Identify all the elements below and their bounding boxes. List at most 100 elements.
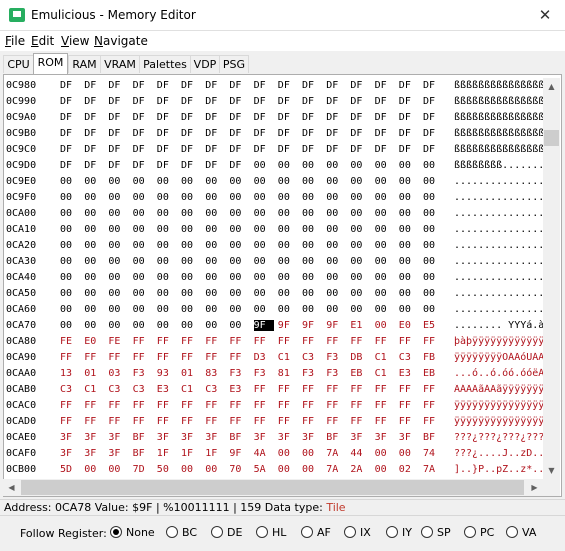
hex-byte[interactable]: 7A (423, 464, 443, 475)
hex-byte[interactable]: 3F (302, 432, 322, 443)
hex-byte[interactable]: DF (157, 80, 177, 91)
hex-byte[interactable]: 00 (157, 272, 177, 283)
hex-byte[interactable]: FF (254, 416, 274, 427)
hex-byte[interactable]: FF (302, 336, 322, 347)
hex-byte[interactable]: FF (350, 336, 370, 347)
hex-byte[interactable]: DF (84, 80, 104, 91)
ascii-column[interactable]: ...ó..ó.óó.óóëÁãë (454, 368, 543, 379)
hex-byte[interactable]: 00 (423, 288, 443, 299)
hex-byte[interactable]: 00 (60, 272, 80, 283)
hex-byte[interactable]: 9F (229, 448, 249, 459)
hex-byte[interactable]: 3F (350, 432, 370, 443)
hex-byte[interactable]: 00 (60, 176, 80, 187)
ascii-column[interactable]: ÿÿÿÿÿÿÿÿÓÁÃóÛÁÃû (454, 352, 543, 363)
hex-byte[interactable]: 00 (375, 192, 395, 203)
hex-byte[interactable]: 00 (205, 288, 225, 299)
hex-byte[interactable]: FF (205, 336, 225, 347)
hex-byte[interactable]: FF (350, 400, 370, 411)
hex-byte[interactable]: FF (229, 416, 249, 427)
hex-byte[interactable]: 00 (157, 224, 177, 235)
hex-byte[interactable]: 1F (205, 448, 225, 459)
hex-byte[interactable]: FF (350, 416, 370, 427)
hex-byte[interactable]: FF (423, 416, 443, 427)
hex-byte[interactable]: DF (254, 144, 274, 155)
hex-byte[interactable]: 02 (399, 464, 419, 475)
hex-byte[interactable]: DF (278, 144, 298, 155)
hex-byte[interactable]: 00 (350, 272, 370, 283)
hex-byte[interactable]: 00 (375, 256, 395, 267)
hex-byte[interactable]: DF (302, 112, 322, 123)
hex-byte[interactable]: E3 (399, 368, 419, 379)
hex-byte[interactable]: FF (375, 400, 395, 411)
hex-byte[interactable]: FF (254, 400, 274, 411)
hex-byte[interactable]: DF (181, 128, 201, 139)
ascii-column[interactable]: ................ (454, 176, 543, 187)
hex-byte[interactable]: BF (133, 432, 153, 443)
hex-byte[interactable]: DF (423, 80, 443, 91)
hex-byte[interactable]: 3F (60, 432, 80, 443)
hex-byte[interactable]: DF (326, 144, 346, 155)
hex-byte[interactable]: 00 (302, 256, 322, 267)
hex-byte[interactable]: DF (181, 160, 201, 171)
hex-byte[interactable]: 00 (157, 192, 177, 203)
hex-byte[interactable]: 00 (375, 208, 395, 219)
hex-byte[interactable]: DF (60, 80, 80, 91)
hex-byte[interactable]: 00 (84, 256, 104, 267)
hex-byte[interactable]: F3 (326, 368, 346, 379)
hex-byte[interactable]: DF (302, 96, 322, 107)
hex-byte[interactable]: FF (157, 400, 177, 411)
hex-byte[interactable]: DF (133, 80, 153, 91)
hex-byte[interactable]: 00 (108, 464, 128, 475)
hex-byte[interactable]: 01 (181, 368, 201, 379)
hex-byte[interactable]: 00 (375, 176, 395, 187)
hex-byte[interactable]: 00 (302, 192, 322, 203)
hex-byte[interactable]: 00 (399, 272, 419, 283)
hex-byte[interactable]: DF (375, 112, 395, 123)
hex-byte[interactable]: 00 (133, 304, 153, 315)
hex-byte[interactable]: D3 (254, 352, 274, 363)
hex-byte[interactable]: FF (278, 384, 298, 395)
hex-byte[interactable]: 00 (181, 208, 201, 219)
hex-byte[interactable]: 00 (229, 272, 249, 283)
hex-byte[interactable]: 00 (326, 192, 346, 203)
hex-byte[interactable]: FF (84, 400, 104, 411)
hex-byte[interactable]: 00 (108, 304, 128, 315)
hex-byte[interactable]: FF (254, 384, 274, 395)
hex-byte[interactable]: 5A (254, 464, 274, 475)
hex-byte[interactable]: 00 (302, 160, 322, 171)
hex-byte[interactable]: 00 (350, 176, 370, 187)
ascii-column[interactable]: ???¿....J..zD..t (454, 448, 543, 459)
hex-byte[interactable]: 00 (375, 240, 395, 251)
hex-byte[interactable]: DF (60, 96, 80, 107)
hex-byte[interactable]: 00 (423, 240, 443, 251)
hex-byte[interactable]: 00 (302, 224, 322, 235)
hex-byte[interactable]: 00 (205, 464, 225, 475)
hex-byte[interactable]: FF (157, 416, 177, 427)
ascii-column[interactable]: ................ (454, 208, 543, 219)
scroll-right-icon[interactable]: ▶ (526, 479, 543, 496)
hex-byte[interactable]: 00 (181, 288, 201, 299)
hex-byte[interactable]: 00 (423, 256, 443, 267)
ascii-column[interactable]: ßßßßßßßßßßßßßßßß (454, 80, 543, 91)
hex-byte[interactable]: BF (423, 432, 443, 443)
hex-byte[interactable]: 00 (423, 160, 443, 171)
hex-byte[interactable]: DF (350, 112, 370, 123)
hex-byte[interactable]: DF (254, 112, 274, 123)
ascii-column[interactable]: þàþÿÿÿÿÿÿÿÿÿÿÿÿÿ (454, 336, 543, 347)
radio-circle-icon[interactable] (464, 526, 476, 538)
hex-byte[interactable]: 00 (181, 176, 201, 187)
hex-byte[interactable]: 3F (84, 448, 104, 459)
hex-byte[interactable]: 00 (278, 256, 298, 267)
hex-byte[interactable]: E0 (84, 336, 104, 347)
hex-byte[interactable]: 00 (254, 192, 274, 203)
hex-byte[interactable]: C3 (302, 352, 322, 363)
radio-circle-icon[interactable] (110, 526, 122, 538)
hex-byte[interactable]: 3F (84, 432, 104, 443)
hex-byte[interactable]: 00 (278, 208, 298, 219)
hex-byte[interactable]: FF (229, 352, 249, 363)
hex-byte[interactable]: FF (157, 336, 177, 347)
hex-byte[interactable]: 00 (423, 192, 443, 203)
hex-byte[interactable]: DF (157, 160, 177, 171)
hex-byte[interactable]: DF (375, 128, 395, 139)
hex-byte[interactable]: 00 (302, 304, 322, 315)
